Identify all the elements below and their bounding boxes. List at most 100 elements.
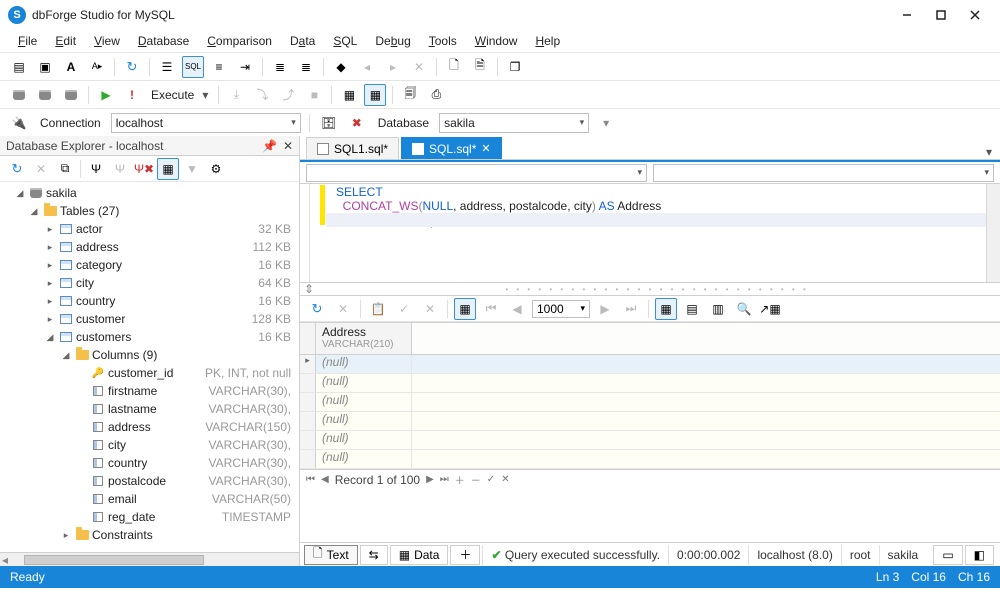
nav-first-button[interactable]: ⏮ [306,474,315,485]
indent-button[interactable]: ⇥ [234,56,256,78]
debug-over-button[interactable]: ⤵ [251,84,273,106]
results-cancel-button[interactable]: ✕ [332,298,354,320]
explorer-tree[interactable]: ◢sakila ◢Tables (27) ▸actor32 KB ▸addres… [0,182,299,552]
tree-col-customer-id[interactable]: 🔑customer_idPK, INT, not null [0,364,299,382]
explorer-view-button[interactable]: ▦ [157,158,179,180]
connection-plug-icon[interactable]: 🔌 [8,112,30,134]
menu-sql[interactable]: SQL [325,32,365,50]
db-new-button[interactable] [60,84,82,106]
tree-columns-group[interactable]: ◢Columns (9) [0,346,299,364]
next-bookmark-button[interactable]: ▸ [382,56,404,78]
bookmark-button[interactable]: ◆ [330,56,352,78]
explorer-options-button[interactable]: ⚙ [205,158,227,180]
results-grid-button[interactable]: ▦ [364,84,386,106]
results-next-page-button[interactable]: ▶ [594,298,616,320]
results-paste-button[interactable]: 📋 [367,298,389,320]
execute-dropdown[interactable]: ▾ [202,88,212,102]
pin-icon[interactable]: 📌 [262,139,277,153]
database-combo[interactable]: sakila▾ [439,113,589,133]
menu-view[interactable]: View [86,32,128,50]
tree-table-customer[interactable]: ▸customer128 KB [0,310,299,328]
debug-out-button[interactable]: ⤴ [277,84,299,106]
explorer-filter2-button[interactable]: Ψ [109,158,131,180]
font-small-button[interactable]: A▸ [86,56,108,78]
tree-table-actor[interactable]: ▸actor32 KB [0,220,299,238]
nav-accept-button[interactable]: ✓ [487,474,495,485]
stop-button[interactable]: ! [121,84,143,106]
toolbar-overflow-button[interactable]: ▾ [595,112,617,134]
menu-tools[interactable]: Tools [421,32,465,50]
window-minimize-button[interactable] [890,4,924,26]
explorer-filter3-button[interactable]: Ψ✖ [133,158,155,180]
menu-file[interactable]: File [10,32,45,50]
results-pivot-view-button[interactable]: ▥ [707,298,729,320]
nav-prev-button[interactable]: ◀ [321,474,329,485]
format-button[interactable]: ≡ [208,56,230,78]
tree-db-node[interactable]: ◢sakila [0,184,299,202]
editor-vertical-scrollbar[interactable] [986,184,1000,282]
explorer-funnel-button[interactable]: ▼ [181,158,203,180]
doc2-button[interactable]: 🗎 [469,56,491,78]
sql-text[interactable]: SELECT CONCAT_WS(NULL, address, postalco… [310,184,986,282]
menu-debug[interactable]: Debug [367,32,418,50]
tree-table-city[interactable]: ▸city64 KB [0,274,299,292]
view-add-button[interactable]: ＋ [450,545,480,565]
sql-mode-button[interactable]: SQL [182,56,204,78]
explorer-refresh-button[interactable]: ↻ [6,158,28,180]
tree-col-address[interactable]: addressVARCHAR(150) [0,418,299,436]
explorer-copy-button[interactable]: ⧉ [54,158,76,180]
menu-comparison[interactable]: Comparison [199,32,280,50]
db-connect-button[interactable] [8,84,30,106]
db-disconnect-button[interactable] [34,84,56,106]
db-close-icon[interactable]: ✖ [346,112,368,134]
execute-label[interactable]: Execute [151,88,194,102]
results-refresh-button[interactable]: ↻ [306,298,328,320]
grid-row[interactable]: (null) [300,450,1000,469]
results-search-button[interactable]: 🔍 [733,298,755,320]
tree-table-category[interactable]: ▸category16 KB [0,256,299,274]
tree-col-email[interactable]: emailVARCHAR(50) [0,490,299,508]
font-button[interactable]: A [60,56,82,78]
editor-combo-1[interactable]: ▾ [306,164,647,182]
grid-row[interactable]: (null) [300,393,1000,412]
tree-col-country[interactable]: countryVARCHAR(30), [0,454,299,472]
uncomment-button[interactable]: ≣ [295,56,317,78]
tree-table-customers[interactable]: ◢customers16 KB [0,328,299,346]
grid-row[interactable]: (null) [300,374,1000,393]
results-last-page-button[interactable]: ⏭ [620,298,642,320]
explorer-delete-button[interactable]: ✕ [30,158,52,180]
menu-edit[interactable]: Edit [47,32,84,50]
results-grid-view-button[interactable]: ▦ [655,298,677,320]
execute-button[interactable]: ▶ [95,84,117,106]
debug-stop-button[interactable]: ■ [303,84,325,106]
refresh-button[interactable]: ↻ [121,56,143,78]
menu-database[interactable]: Database [130,32,197,50]
tab-sql1[interactable]: SQL1.sql* [306,137,399,159]
grid-row[interactable]: ▸(null) [300,355,1000,374]
tree-table-country[interactable]: ▸country16 KB [0,292,299,310]
explorer-horizontal-scrollbar[interactable]: ◂ [0,552,299,566]
results-grid[interactable]: Address VARCHAR(210) ▸(null) (null) (nul… [300,322,1000,542]
tree-col-firstname[interactable]: firstnameVARCHAR(30), [0,382,299,400]
results-commit-button[interactable]: ✓ [393,298,415,320]
windows-button[interactable]: ❐ [504,56,526,78]
db-icon[interactable]: 🗄 [318,112,340,134]
print-button[interactable]: ⎙ [425,84,447,106]
tree-col-postalcode[interactable]: postalcodeVARCHAR(30), [0,472,299,490]
layout-button-1[interactable]: ▭ [933,545,962,565]
results-first-page-button[interactable]: ⏮ [480,298,502,320]
connection-combo[interactable]: localhost▾ [111,113,301,133]
query-builder-button[interactable]: ▦ [338,84,360,106]
window-close-button[interactable] [958,4,992,26]
results-prev-page-button[interactable]: ◀ [506,298,528,320]
list-button[interactable]: ☰ [156,56,178,78]
view-text-button[interactable]: 🗋 Text [304,545,358,565]
results-page-size-input[interactable]: 1000▾ [532,300,590,318]
nav-next-button[interactable]: ▶ [426,474,434,485]
menu-help[interactable]: Help [527,32,568,50]
window-maximize-button[interactable] [924,4,958,26]
nav-last-button[interactable]: ⏭ [440,474,449,485]
editor-combo-2[interactable]: ▾ [653,164,994,182]
results-card-view-button[interactable]: ▤ [681,298,703,320]
tree-constraints-group[interactable]: ▸Constraints [0,526,299,544]
